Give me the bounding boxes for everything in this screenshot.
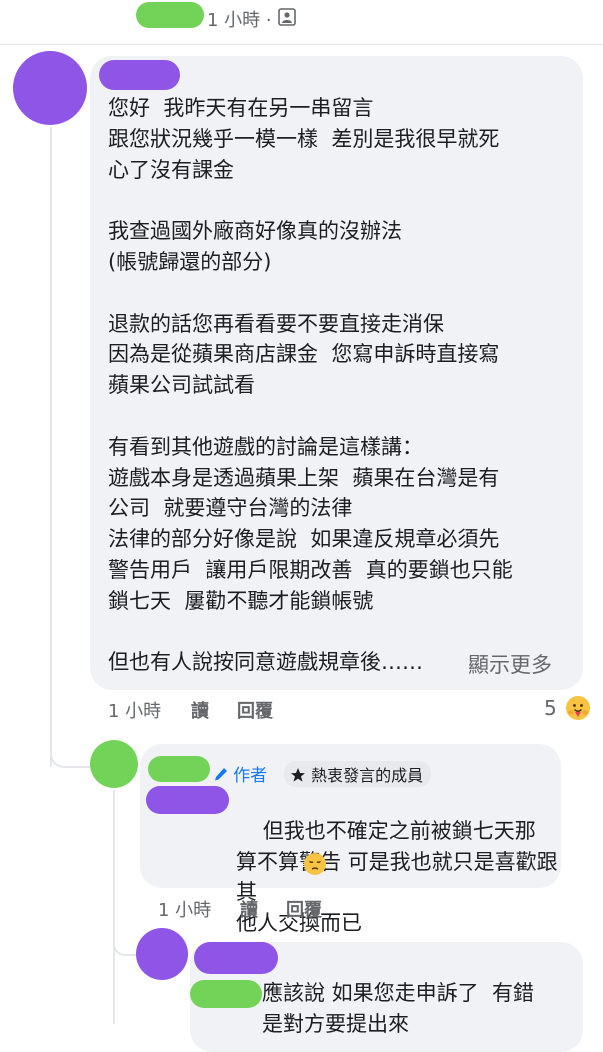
top-time[interactable]: 1 小時 (207, 10, 260, 31)
author-badge: 作者 (214, 761, 267, 786)
member-label: 熱衷發言的成員 (311, 766, 424, 785)
redacted-nested-mention[interactable] (190, 980, 262, 1008)
reaction-count: 5 (544, 696, 557, 720)
friends-icon (278, 8, 296, 26)
avatar[interactable] (13, 51, 87, 125)
redacted-nested-author[interactable] (194, 942, 278, 974)
reply-time[interactable]: 1 小時 (158, 896, 211, 922)
redacted-mention[interactable] (146, 786, 229, 814)
nested-text: 應該說 如果您走申訴了 有錯 是對方要提出來 (262, 981, 535, 1036)
top-separator: · (265, 10, 272, 31)
comment-text: 您好 我昨天有在另一串留言 跟您狀況幾乎一模一樣 差別是我很早就死 心了沒有課金… (108, 96, 513, 675)
reply-button[interactable]: 回覆 (237, 697, 273, 723)
thread-line (50, 127, 52, 767)
care-reaction-icon (565, 696, 590, 720)
reply-bubble: 作者 熱衷發言的成員 但我也不確定之前被鎖七天那 算不算警告 可是我也就只是喜歡… (140, 744, 561, 935)
star-icon (290, 767, 306, 783)
reply-reply-button[interactable]: 回覆 (286, 896, 322, 922)
nested-avatar[interactable] (136, 928, 188, 980)
reaction-summary[interactable]: 5 (544, 696, 590, 720)
read-button[interactable]: 讀 (191, 697, 209, 723)
reply-connector (50, 742, 90, 768)
pensive-face-icon (303, 852, 327, 876)
nested-bubble: 應該說 如果您走申訴了 有錯 是對方要提出來 (190, 942, 583, 1052)
reply-avatar[interactable] (90, 740, 138, 788)
member-badge: 熱衷發言的成員 (284, 761, 432, 787)
author-label: 作者 (233, 766, 268, 786)
top-meta: 1 小時 · (207, 6, 272, 32)
comment-actions: 1 小時 讀 回覆 (0, 697, 603, 725)
reply-actions: 1 小時 讀 回覆 (0, 896, 603, 924)
redacted-author-name[interactable] (99, 60, 180, 90)
see-more-link[interactable]: 顯示更多 (468, 650, 552, 681)
redacted-name-top (136, 2, 204, 28)
reply-read-button[interactable]: 讀 (240, 896, 258, 922)
redacted-reply-author[interactable] (148, 756, 210, 782)
nested-connector (113, 932, 137, 956)
comment-time[interactable]: 1 小時 (108, 697, 161, 723)
divider (0, 44, 603, 45)
comment-bubble: 您好 我昨天有在另一串留言 跟您狀況幾乎一模一樣 差別是我很早就死 心了沒有課金… (90, 56, 583, 690)
pencil-icon (214, 767, 228, 783)
